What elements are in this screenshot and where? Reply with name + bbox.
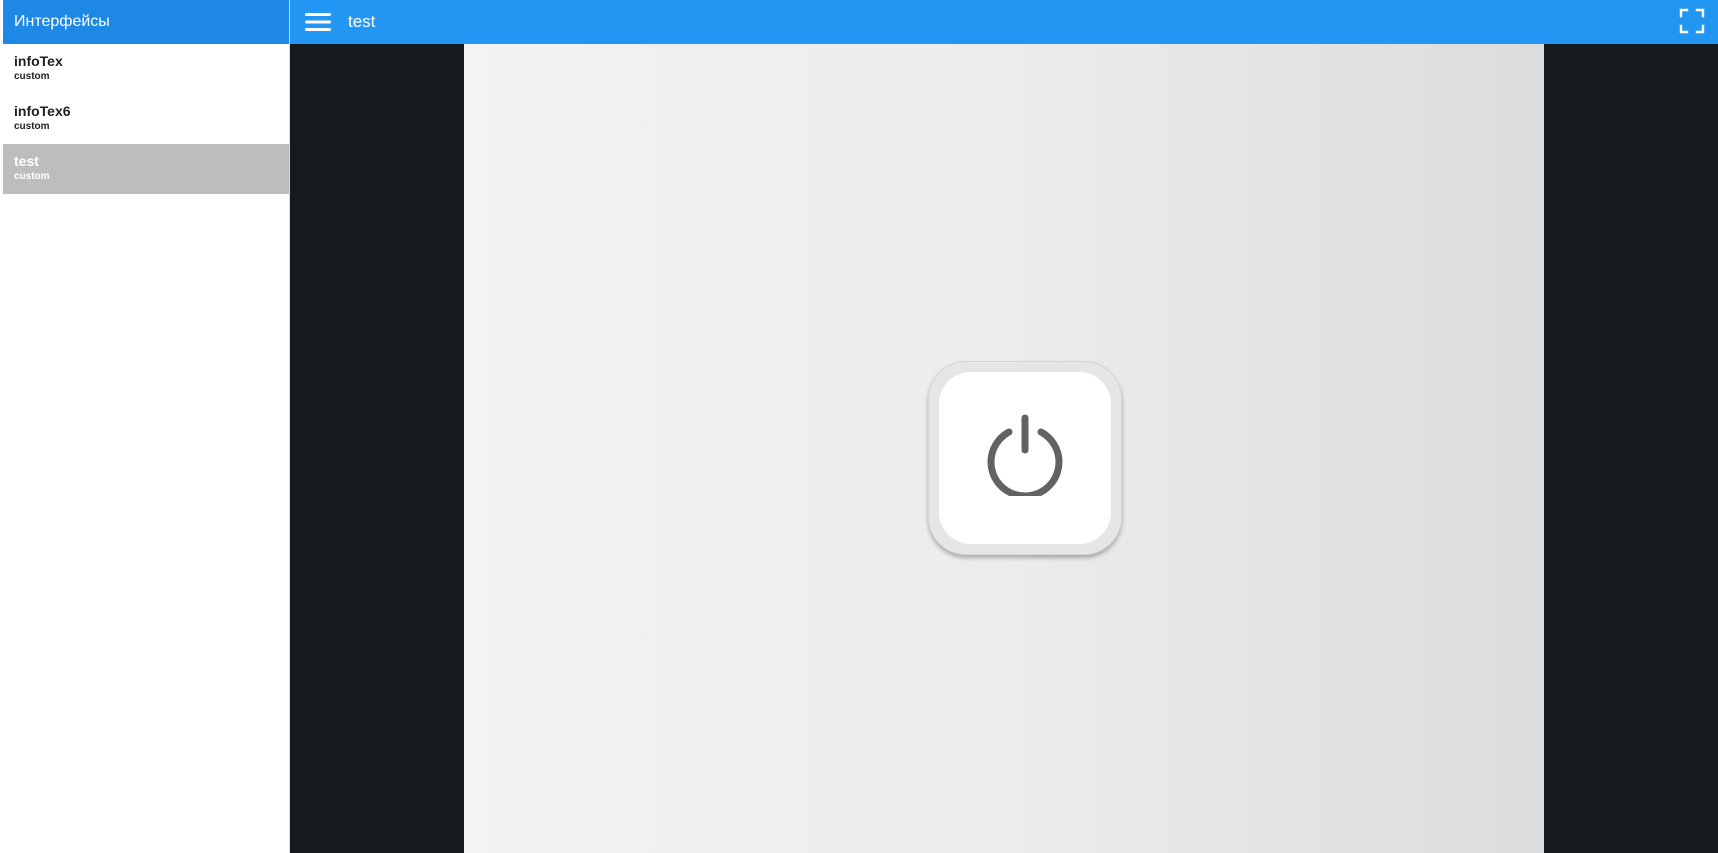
top-bar: test	[290, 0, 1718, 44]
sidebar-item-type: custom	[14, 121, 50, 132]
sidebar-item-test[interactable]: test custom	[3, 144, 289, 194]
interface-panel	[464, 44, 1544, 853]
interface-view	[290, 44, 1718, 853]
sidebar-item-infotex[interactable]: infoTex custom	[3, 44, 289, 94]
app-window: Интерфейсы infoTex custom infoTex6 custo…	[0, 0, 1718, 853]
sidebar-item-name: test	[14, 153, 39, 169]
sidebar-header: Интерфейсы	[3, 0, 289, 44]
power-button-face	[939, 372, 1111, 544]
power-icon	[985, 412, 1065, 500]
sidebar-item-name: infoTex6	[14, 103, 71, 119]
sidebar-item-name: infoTex	[14, 53, 63, 69]
sidebar-item-type: custom	[14, 71, 50, 82]
power-button[interactable]	[928, 361, 1122, 555]
sidebar-item-infotex6[interactable]: infoTex6 custom	[3, 94, 289, 144]
page-title: test	[348, 12, 376, 31]
fullscreen-icon[interactable]	[1679, 8, 1705, 34]
interface-list: infoTex custom infoTex6 custom test cust…	[3, 44, 289, 194]
sidebar: Интерфейсы infoTex custom infoTex6 custo…	[3, 0, 290, 853]
sidebar-item-type: custom	[14, 171, 50, 182]
hamburger-menu-icon[interactable]	[304, 10, 332, 34]
